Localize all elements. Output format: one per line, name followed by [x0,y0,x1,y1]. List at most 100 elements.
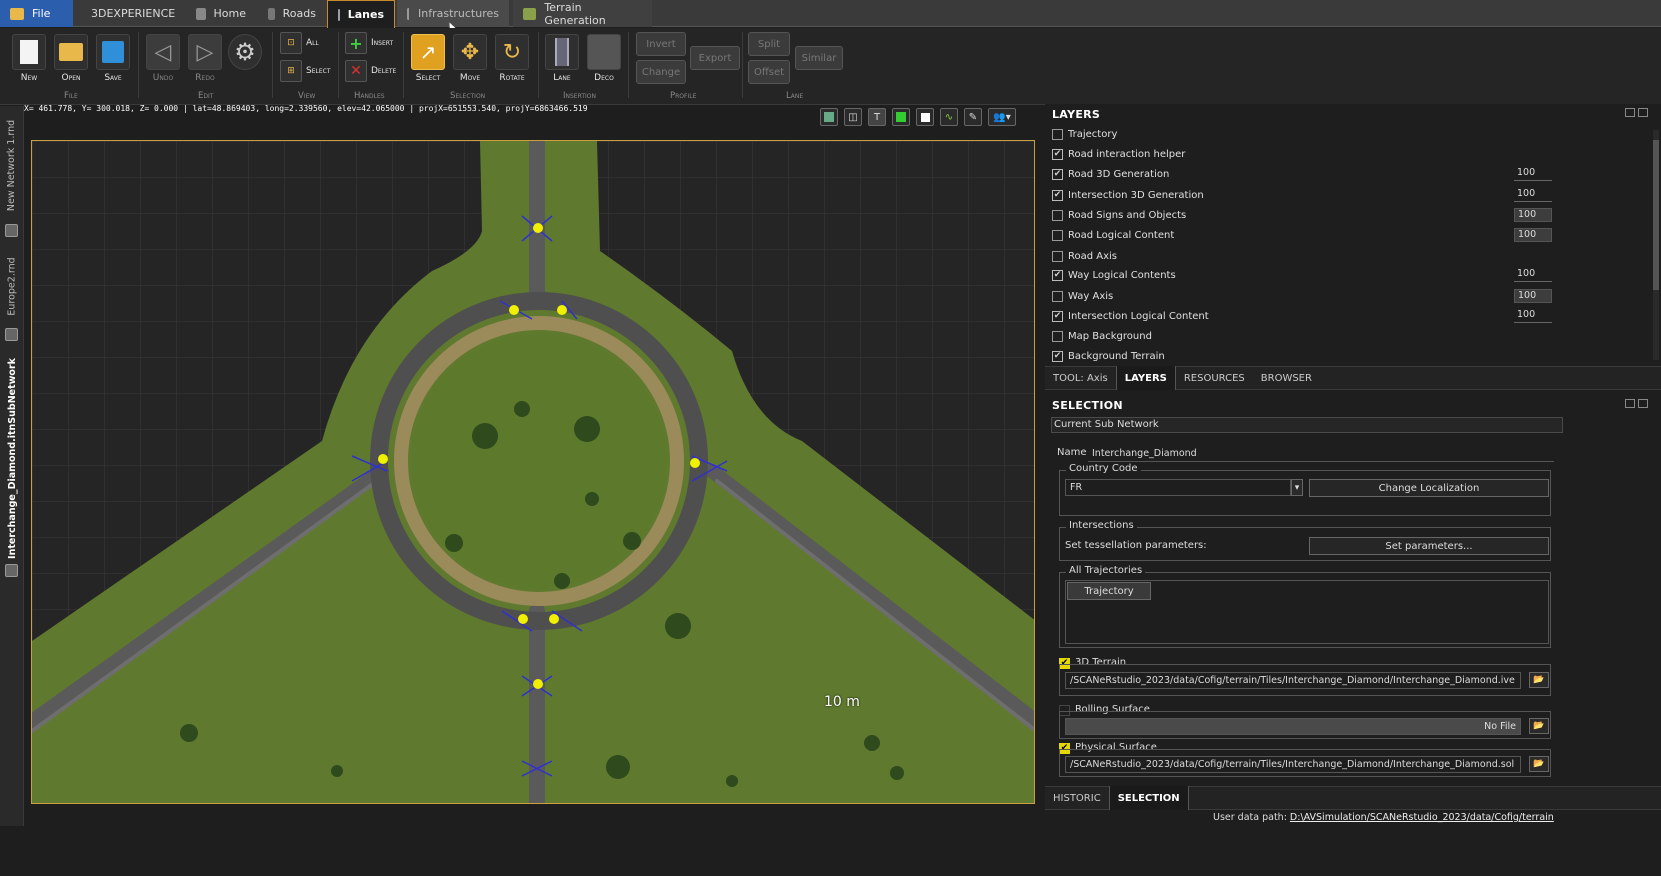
rotate-tool-button[interactable]: ↻ Rotate [495,34,529,83]
browse-folder-icon[interactable]: 📂 [1529,756,1549,772]
tab-home[interactable]: Home [186,0,256,27]
layer-opacity-spinbox[interactable]: 100 [1514,228,1552,242]
close-doc-icon[interactable] [5,328,18,341]
close-icon[interactable] [1638,399,1648,408]
change-localization-button[interactable]: Change Localization [1309,479,1549,497]
split-button[interactable]: Split [748,32,790,56]
physical-surface-path-input[interactable]: /SCANeRstudio_2023/data/Cofig/terrain/Ti… [1065,756,1521,773]
tab-file[interactable]: File [0,0,73,27]
layer-checkbox[interactable]: ✔ [1052,269,1063,281]
layer-row-way-axis[interactable]: Way Axis 100 [1052,286,1572,306]
layer-checkbox[interactable]: ✔ [1052,168,1063,180]
tab-selection[interactable]: SELECTION [1108,786,1189,810]
float-icon[interactable] [1625,399,1635,408]
select-tool-button[interactable]: ↗ Select [411,34,445,83]
layer-row-road-3d-generation[interactable]: ✔ Road 3D Generation 100 [1052,164,1572,184]
layer-opacity-spinbox[interactable]: 100 [1514,167,1552,181]
layer-row-intersection-logical-content[interactable]: ✔ Intersection Logical Content 100 [1052,306,1572,326]
layer-checkbox[interactable] [1052,128,1063,140]
view-all-button[interactable]: ⊡ All [280,32,319,54]
road-network-canvas[interactable] [32,141,1035,804]
layer-row-road-axis[interactable]: Road Axis [1052,246,1572,266]
layer-row-road-logical-content[interactable]: Road Logical Content 100 [1052,225,1572,245]
similar-button[interactable]: Similar [795,46,843,70]
layers-scrollbar[interactable] [1653,130,1659,360]
layer-checkbox[interactable]: ✔ [1052,189,1063,201]
tab-tool-axis[interactable]: TOOL: Axis [1045,366,1116,390]
layer-row-way-logical-contents[interactable]: ✔ Way Logical Contents 100 [1052,265,1572,285]
export-button[interactable]: Export [690,46,740,70]
tree [623,532,641,550]
close-doc-icon[interactable] [5,564,18,577]
tab-resources[interactable]: RESOURCES [1176,366,1253,390]
browse-folder-icon[interactable]: 📂 [1529,672,1549,688]
browse-folder-icon[interactable]: 📂 [1529,718,1549,734]
edit-pencil-icon[interactable]: ✎ [964,108,982,126]
doc-tab-new-network[interactable]: New Network 1.rnd [0,110,24,220]
text-toggle-icon[interactable]: T [868,108,886,126]
tab-terrain-generation[interactable]: Terrain Generation [513,0,652,27]
map-view-icon[interactable] [820,108,838,126]
tab-3dexperience[interactable]: 3DEXPERIENCE [73,0,183,27]
undo-button[interactable]: ◁ Undo [146,34,180,83]
layer-opacity-spinbox[interactable]: 100 [1514,188,1552,202]
change-button[interactable]: Change [636,60,686,84]
layer-row-intersection-3d-generation[interactable]: ✔ Intersection 3D Generation 100 [1052,185,1572,205]
layer-checkbox[interactable] [1052,209,1063,221]
tab-browser[interactable]: BROWSER [1253,366,1320,390]
delete-handle-button[interactable]: ✕ Delete [345,60,396,82]
3d-terrain-path-input[interactable]: /SCANeRstudio_2023/data/Cofig/terrain/Ti… [1065,672,1521,689]
layer-row-road-interaction-helper[interactable]: ✔ Road interaction helper [1052,144,1572,164]
user-data-path-link[interactable]: D:\AVSimulation/SCANeRstudio_2023/data/C… [1290,812,1554,823]
scrollbar-thumb[interactable] [1653,140,1659,290]
layer-opacity-spinbox[interactable]: 100 [1514,208,1552,222]
country-code-select[interactable]: FR [1065,479,1291,496]
open-button[interactable]: Open [54,34,88,83]
tab-layers[interactable]: LAYERS [1115,366,1176,390]
layer-opacity-spinbox[interactable]: 100 [1514,268,1552,282]
save-button[interactable]: Save [96,34,130,83]
layer-row-background-terrain[interactable]: ✔ Background Terrain [1052,346,1572,366]
tab-historic[interactable]: HISTORIC [1045,786,1109,810]
trajectory-list-item[interactable]: Trajectory [1067,582,1151,600]
white-square-icon[interactable] [916,108,934,126]
layer-checkbox[interactable]: ✔ [1052,148,1063,160]
layer-row-road-signs-and-objects[interactable]: Road Signs and Objects 100 [1052,205,1572,225]
insert-handle-button[interactable]: + Insert [345,32,393,54]
close-icon[interactable] [1638,108,1648,117]
set-parameters-button[interactable]: Set parameters... [1309,537,1549,555]
tab-lanes[interactable]: Lanes [327,0,395,28]
green-layer-icon[interactable] [892,108,910,126]
layer-checkbox[interactable]: ✔ [1052,310,1063,322]
invert-button[interactable]: Invert [636,32,686,56]
redo-button[interactable]: ▷ Redo [188,34,222,83]
layer-checkbox[interactable]: ✔ [1052,350,1063,362]
doc-tab-europe2[interactable]: Europe2.rnd [0,246,24,326]
doc-tab-interchange-diamond[interactable]: Interchange_Diamond.itnSubNetwork [0,351,24,566]
name-input[interactable]: Interchange_Diamond [1088,445,1554,462]
deco-insert-button[interactable]: Deco [587,34,621,83]
chevron-down-icon[interactable]: ▾ [1291,479,1303,496]
layer-row-trajectory[interactable]: Trajectory [1052,124,1572,144]
move-tool-button[interactable]: ✥ Move [453,34,487,83]
people-dropdown-icon[interactable]: 👥▾ [988,108,1016,126]
close-doc-icon[interactable] [5,224,18,237]
layer-opacity-spinbox[interactable]: 100 [1514,289,1552,303]
curve-icon[interactable]: ∿ [940,108,958,126]
rolling-surface-input[interactable]: No File [1065,718,1521,735]
layer-checkbox[interactable] [1052,250,1063,262]
road-network-viewport[interactable]: 10 m [31,140,1035,804]
layer-row-map-background[interactable]: Map Background [1052,326,1572,346]
tab-roads[interactable]: Roads [258,0,326,27]
view-select-button[interactable]: ⊞ Select [280,60,331,82]
split-view-icon[interactable]: ◫ [844,108,862,126]
layer-opacity-spinbox[interactable]: 100 [1514,309,1552,323]
layer-checkbox[interactable] [1052,229,1063,241]
offset-button[interactable]: Offset [748,60,790,84]
float-icon[interactable] [1625,108,1635,117]
layer-checkbox[interactable] [1052,290,1063,302]
settings-button[interactable]: ⚙ [228,34,262,73]
new-button[interactable]: New [12,34,46,83]
lane-insert-button[interactable]: Lane [545,34,579,83]
layer-checkbox[interactable] [1052,330,1063,342]
